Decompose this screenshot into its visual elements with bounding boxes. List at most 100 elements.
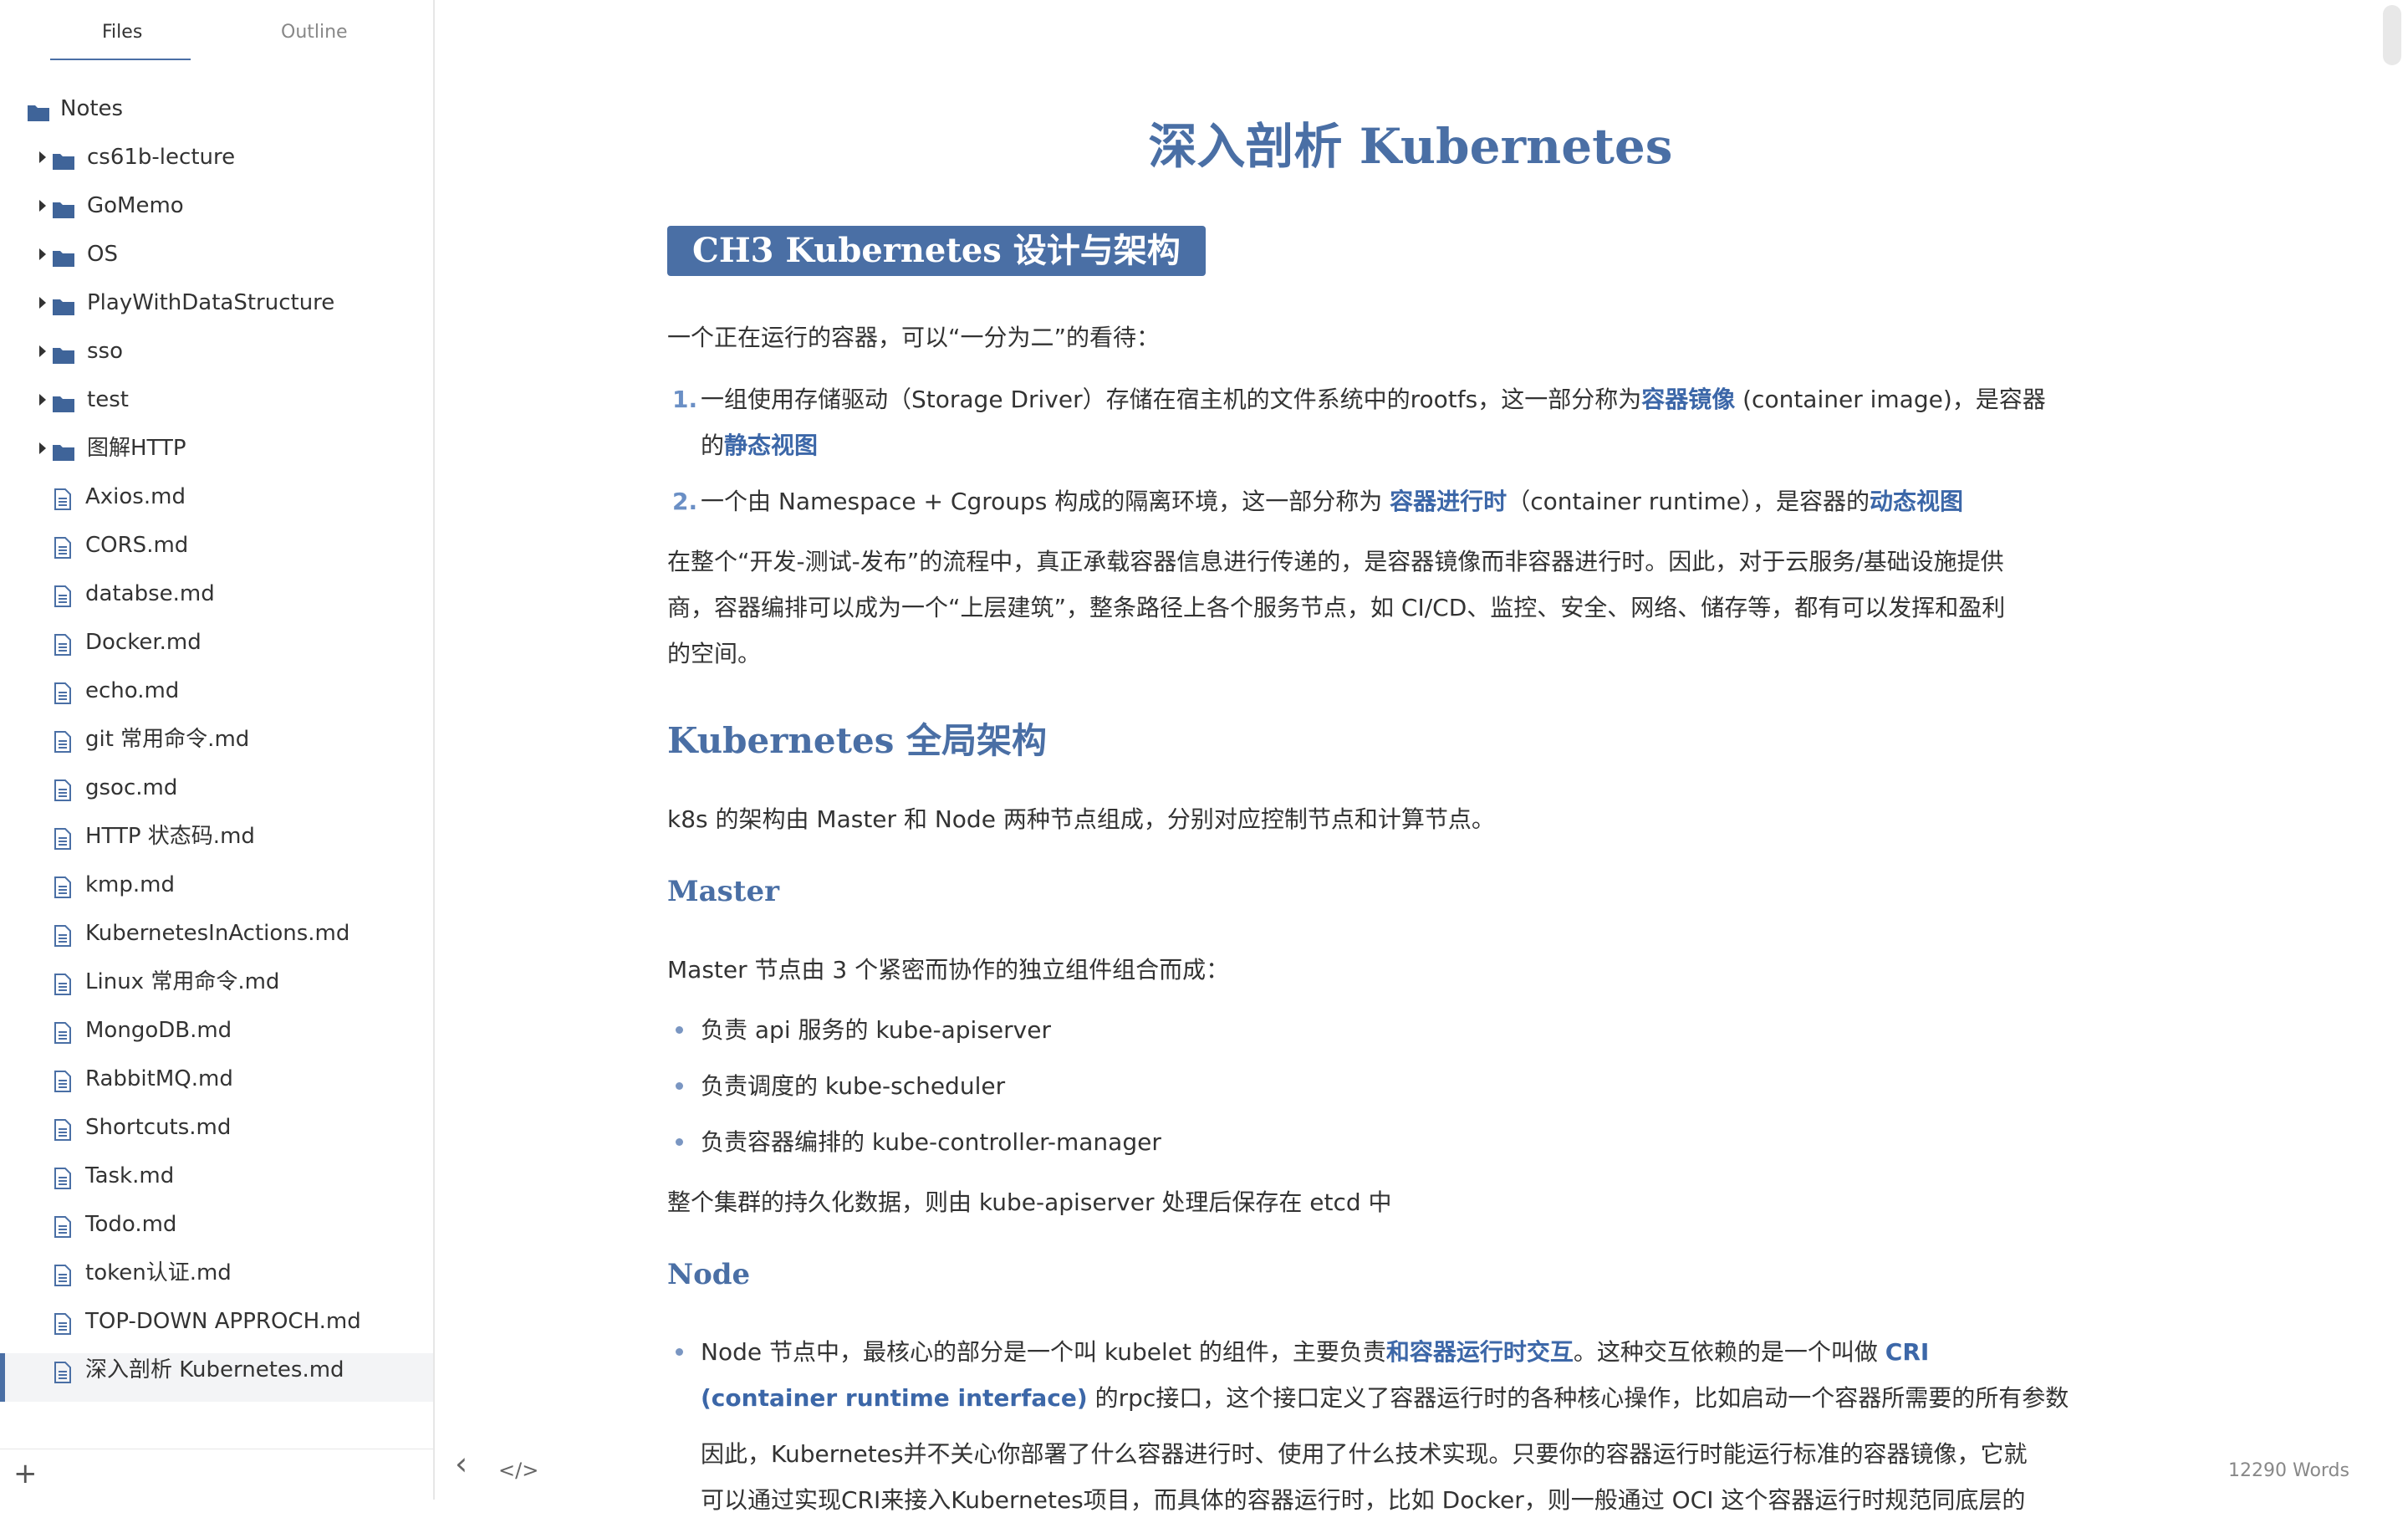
tree-item-label: git 常用命令.md [85, 727, 250, 752]
file-icon [54, 1069, 72, 1102]
tree-file[interactable]: CORS.md [0, 529, 433, 577]
tree-item-label: GoMemo [87, 193, 184, 218]
tree-file[interactable]: Linux 常用命令.md [0, 965, 433, 1014]
tree-item-label: 深入剖析 Kubernetes.md [85, 1357, 344, 1382]
tree-file[interactable]: kmp.md [0, 868, 433, 917]
tree-folder[interactable]: cs61b-lecture [0, 141, 433, 189]
tree-folder[interactable]: sso [0, 335, 433, 383]
file-icon [54, 1311, 72, 1345]
caret-right-icon[interactable] [37, 189, 50, 222]
word-count[interactable]: 12290 Words [2228, 1460, 2349, 1481]
tree-item-label: Axios.md [85, 484, 186, 509]
caret-right-icon[interactable] [37, 335, 50, 368]
tree-item-label: PlayWithDataStructure [87, 290, 335, 315]
file-icon [54, 778, 72, 811]
file-icon [54, 1263, 72, 1296]
tree-item-label: MongoDB.md [85, 1018, 232, 1043]
bullet-dot [676, 1138, 683, 1146]
back-chevron-icon[interactable]: ‹ [455, 1445, 467, 1482]
file-icon [54, 875, 72, 908]
tree-item-label: cs61b-lecture [87, 145, 236, 170]
tree-item-label: TOP-DOWN APPROCH.md [85, 1309, 361, 1334]
list-text-line: (container runtime interface) 的rpc接口，这个接… [701, 1384, 2069, 1412]
file-icon [54, 923, 72, 957]
list-text: 负责调度的 kube-scheduler [701, 1072, 1006, 1100]
tree-file[interactable]: KubernetesInActions.md [0, 917, 433, 965]
tab-outline[interactable]: Outline [281, 22, 348, 43]
tree-item-label: sso [87, 339, 123, 364]
file-icon [54, 729, 72, 763]
folder-icon [52, 341, 75, 375]
editor[interactable]: 深入剖析 Kubernetes CH3 Kubernetes 设计与架构 一个正… [436, 0, 2408, 1514]
heading-node: Node [667, 1258, 751, 1291]
folder-icon [52, 293, 75, 326]
heading-ch3: CH3 Kubernetes 设计与架构 [667, 226, 1206, 276]
paragraph-etcd: 整个集群的持久化数据，则由 kube-apiserver 处理后保存在 etcd… [667, 1188, 1392, 1216]
tree-file[interactable]: RabbitMQ.md [0, 1062, 433, 1111]
highlight-text: 静态视图 [724, 432, 819, 459]
tab-files[interactable]: Files [102, 22, 142, 43]
bullet-dot [676, 1082, 683, 1090]
file-icon [54, 535, 72, 569]
bullet-list-item: 负责容器编排的 kube-controller-manager [667, 1119, 1754, 1165]
file-icon [54, 826, 72, 860]
caret-right-icon[interactable] [37, 383, 50, 417]
active-tab-indicator [50, 59, 191, 60]
tree-folder[interactable]: test [0, 383, 433, 432]
caret-right-icon[interactable] [37, 141, 50, 174]
tree-file[interactable]: databse.md [0, 577, 433, 626]
list-text: 负责容器编排的 kube-controller-manager [701, 1128, 1161, 1156]
bullet-dot [676, 1026, 683, 1034]
folder-icon [52, 147, 75, 181]
tree-folder[interactable]: 图解HTTP [0, 432, 433, 480]
paragraph-intro: 一个正在运行的容器，可以“一分为二”的看待： [667, 324, 1161, 351]
tree-file[interactable]: HTTP 状态码.md [0, 820, 433, 868]
tree-file[interactable]: Axios.md [0, 480, 433, 529]
tree-file[interactable]: TOP-DOWN APPROCH.md [0, 1305, 433, 1353]
file-tree: Notes cs61b-lecture GoMemo OS PlayWithDa… [0, 92, 433, 1402]
tree-folder[interactable]: PlayWithDataStructure [0, 286, 433, 335]
caret-right-icon[interactable] [37, 286, 50, 319]
tree-item-label: echo.md [85, 678, 180, 703]
ordered-list-item: 1. 一组使用存储驱动（Storage Driver）存储在宿主机的文件系统中的… [667, 376, 2046, 468]
folder-icon [52, 390, 75, 423]
tree-folder[interactable]: OS [0, 238, 433, 286]
file-icon [54, 1117, 72, 1151]
tree-file[interactable]: git 常用命令.md [0, 723, 433, 771]
tree-file[interactable]: Todo.md [0, 1208, 433, 1256]
tree-file[interactable]: token认证.md [0, 1256, 433, 1305]
tree-file[interactable]: echo.md [0, 674, 433, 723]
caret-right-icon[interactable] [37, 432, 50, 465]
tree-file[interactable]: Docker.md [0, 626, 433, 674]
list-number: 2. [672, 488, 698, 515]
highlight-text: 容器镜像 [1641, 386, 1736, 413]
tree-item-label: test [87, 387, 129, 412]
tree-file[interactable]: MongoDB.md [0, 1014, 433, 1062]
tree-file-active[interactable]: 深入剖析 Kubernetes.md [0, 1353, 433, 1402]
tree-file[interactable]: gsoc.md [0, 771, 433, 820]
highlight-text: CRI [1885, 1338, 1930, 1366]
caret-right-icon[interactable] [37, 238, 50, 271]
highlight-text: 和容器运行时交互 [1385, 1338, 1574, 1366]
list-text-line: 的静态视图 [701, 432, 819, 459]
scrollbar-thumb[interactable] [2383, 5, 2401, 65]
tree-item-label: Linux 常用命令.md [85, 969, 280, 994]
tree-item-label: HTTP 状态码.md [85, 824, 255, 849]
heading-arch: Kubernetes 全局架构 [667, 720, 1047, 761]
paragraph-line: 在整个“开发-测试-发布”的流程中，真正承载容器信息进行传递的，是容器镜像而非容… [667, 548, 2004, 575]
file-icon [54, 1020, 72, 1054]
tree-root-notes[interactable]: Notes [0, 92, 433, 141]
tree-folder[interactable]: GoMemo [0, 189, 433, 238]
add-file-button[interactable]: + [13, 1459, 38, 1488]
file-icon [54, 681, 72, 714]
tree-file[interactable]: Shortcuts.md [0, 1111, 433, 1159]
tree-item-label: Todo.md [85, 1212, 177, 1237]
source-code-toggle-icon[interactable]: </> [498, 1459, 538, 1482]
tree-file[interactable]: Task.md [0, 1159, 433, 1208]
sidebar-tabs: Files Outline [0, 0, 435, 67]
sidebar: Files Outline Notes cs61b-lecture GoMemo… [0, 0, 435, 1500]
sidebar-footer: + [0, 1449, 433, 1500]
tree-item-label: OS [87, 242, 118, 267]
list-text-line: 一个由 Namespace + Cgroups 构成的隔离环境，这一部分称为 容… [701, 488, 1964, 515]
tree-item-label: kmp.md [85, 872, 175, 897]
